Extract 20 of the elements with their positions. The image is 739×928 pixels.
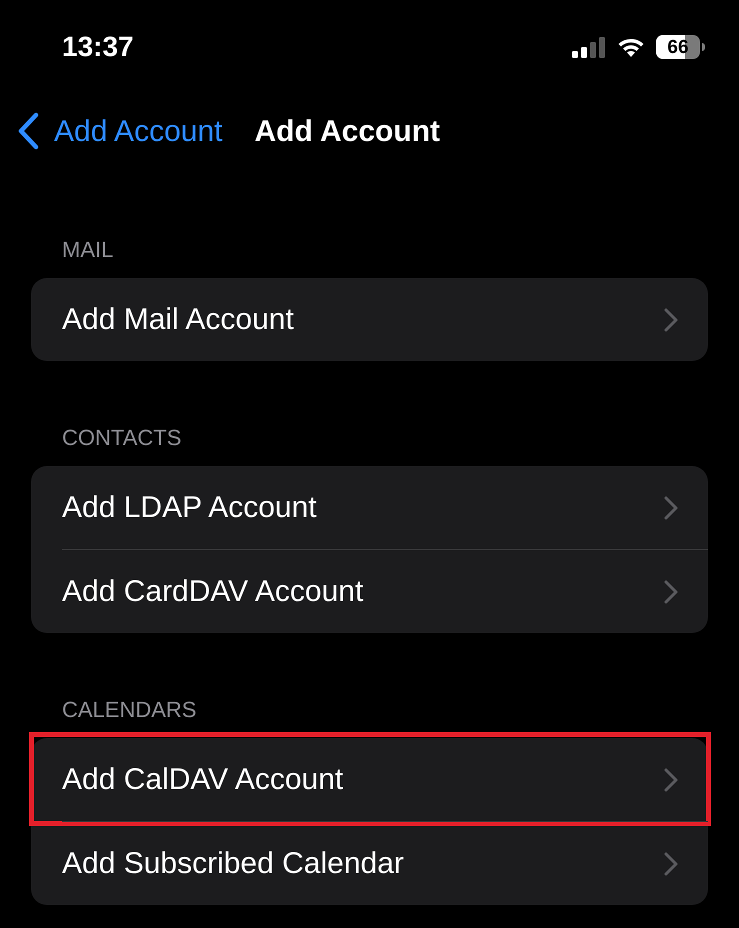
chevron-right-icon xyxy=(664,308,678,332)
back-button[interactable]: Add Account xyxy=(16,108,222,154)
back-chevron-icon xyxy=(16,112,40,150)
section-header: CALENDARS xyxy=(61,696,196,724)
settings-row[interactable]: Add LDAP Account xyxy=(31,466,708,549)
settings-row[interactable]: Add CalDAV Account xyxy=(31,738,708,821)
chevron-right-icon xyxy=(664,496,678,520)
signal-icon xyxy=(572,36,606,58)
status-time: 13:37 xyxy=(62,30,134,64)
settings-row[interactable]: Add Mail Account xyxy=(31,278,708,361)
wifi-icon xyxy=(616,36,646,58)
settings-row[interactable]: Add CardDAV Account xyxy=(31,550,708,633)
chevron-right-icon xyxy=(664,852,678,876)
settings-row[interactable]: Add Subscribed Calendar xyxy=(31,822,708,905)
section-header: CONTACTS xyxy=(61,424,182,452)
chevron-right-icon xyxy=(664,768,678,792)
battery-indicator: 66 xyxy=(656,35,700,59)
chevron-right-icon xyxy=(664,580,678,604)
page-title: Add Account xyxy=(254,114,440,150)
section-header: MAIL xyxy=(61,236,114,264)
